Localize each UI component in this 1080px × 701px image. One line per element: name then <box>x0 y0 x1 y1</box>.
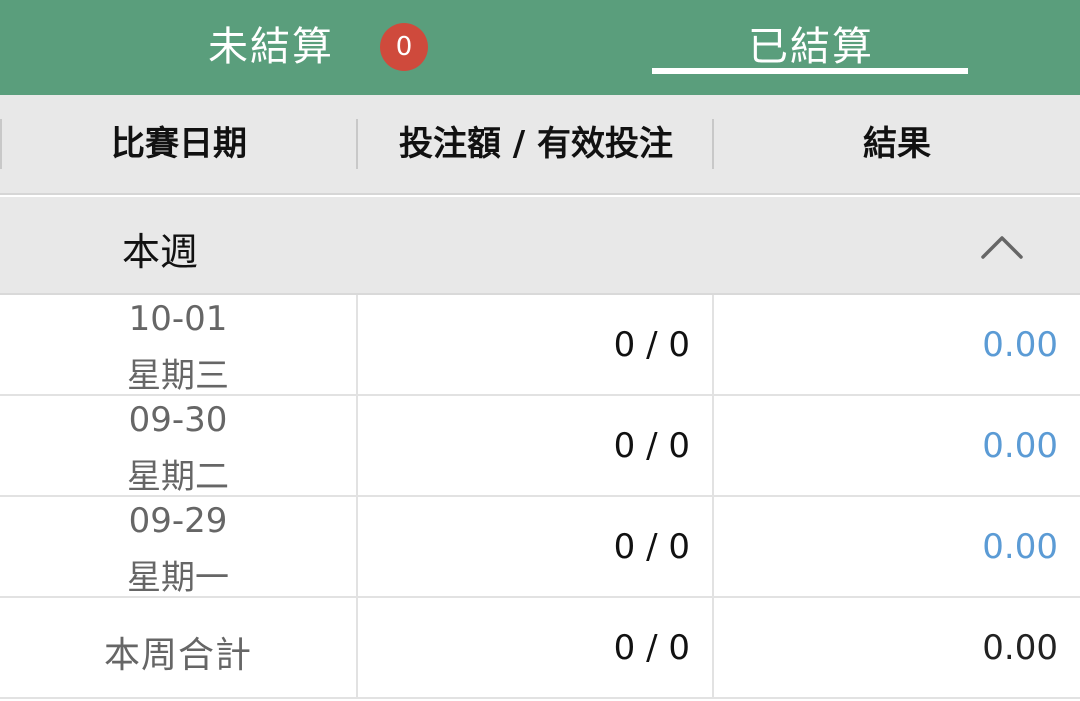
row-result-link[interactable]: 0.00 <box>982 527 1058 567</box>
week-group-header[interactable]: 本週 <box>0 197 1080 295</box>
total-result: 0.00 <box>982 628 1058 668</box>
bet-cell: 0 / 0 <box>358 598 714 697</box>
weekly-total-row: 本周合計 0 / 0 0.00 <box>0 598 1080 699</box>
bet-cell: 0 / 0 <box>358 295 714 394</box>
row-date: 09-30 <box>128 400 228 440</box>
result-cell: 0.00 <box>714 497 1080 596</box>
active-tab-indicator <box>652 68 968 74</box>
unsettled-count-badge: 0 <box>380 23 428 71</box>
result-cell: 0.00 <box>714 396 1080 495</box>
column-header-bet: 投注額 / 有效投注 <box>398 124 674 164</box>
row-result-link[interactable]: 0.00 <box>982 426 1058 466</box>
row-weekday: 星期一 <box>127 558 229 598</box>
table-row: 10-01 星期三 0 / 0 0.00 <box>0 295 1080 396</box>
total-label-cell: 本周合計 <box>0 598 358 697</box>
table-row: 09-30 星期二 0 / 0 0.00 <box>0 396 1080 497</box>
bet-cell: 0 / 0 <box>358 396 714 495</box>
tab-unsettled[interactable]: 未結算 0 <box>180 0 480 95</box>
total-bet: 0 / 0 <box>613 628 690 668</box>
tab-unsettled-label: 未結算 <box>208 24 334 70</box>
row-date: 09-29 <box>128 501 228 541</box>
date-cell: 09-29 星期一 <box>0 497 358 598</box>
bet-cell: 0 / 0 <box>358 497 714 596</box>
row-weekday: 星期三 <box>127 356 229 396</box>
column-header-result: 結果 <box>863 124 931 164</box>
row-bet: 0 / 0 <box>613 325 690 365</box>
weekly-total-label: 本周合計 <box>103 635 252 676</box>
tab-settled-label: 已結算 <box>748 24 874 70</box>
table-row: 09-29 星期一 0 / 0 0.00 <box>0 497 1080 598</box>
chevron-up-icon[interactable] <box>980 231 1024 261</box>
result-cell: 0.00 <box>714 598 1080 697</box>
row-weekday: 星期二 <box>127 457 229 497</box>
row-bet: 0 / 0 <box>613 527 690 567</box>
row-date: 10-01 <box>128 299 228 339</box>
table-header: 比賽日期 投注額 / 有效投注 結果 <box>0 95 1080 195</box>
date-cell: 09-30 星期二 <box>0 396 358 497</box>
week-group-title: 本週 <box>122 230 199 274</box>
tab-bar: 未結算 0 已結算 <box>0 0 1080 95</box>
row-result-link[interactable]: 0.00 <box>982 325 1058 365</box>
column-header-date: 比賽日期 <box>111 124 247 164</box>
date-cell: 10-01 星期三 <box>0 295 358 396</box>
tab-settled[interactable]: 已結算 <box>652 0 968 95</box>
result-cell: 0.00 <box>714 295 1080 394</box>
row-bet: 0 / 0 <box>613 426 690 466</box>
